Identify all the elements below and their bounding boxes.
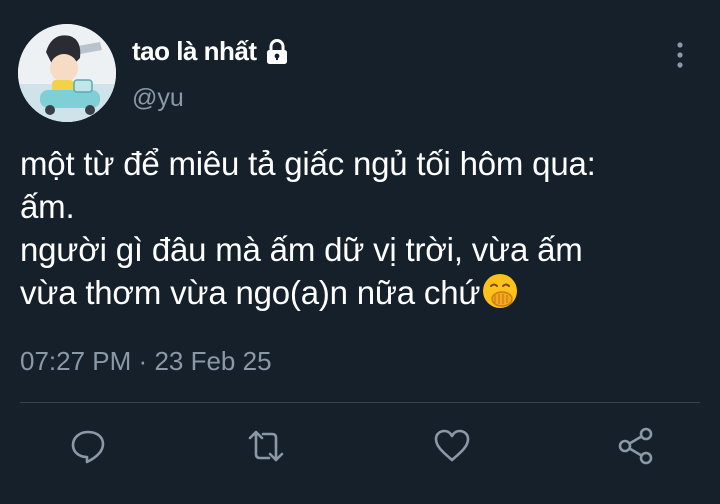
reply-icon: [71, 430, 105, 464]
divider: [20, 402, 700, 403]
tweet-text: một từ để miêu tả giấc ngủ tối hôm qua: …: [20, 142, 710, 314]
tweet-text-line-last: vừa thơm vừa ngo(a)n nữa chứ: [20, 271, 710, 314]
tweet-timestamp[interactable]: 07:27 PM · 23 Feb 25: [20, 346, 272, 377]
reply-button[interactable]: [68, 426, 108, 466]
heart-icon: [434, 429, 470, 462]
tweet-text-line: ấm.: [20, 188, 75, 225]
face-with-hand-over-mouth-icon: [482, 273, 518, 309]
retweet-button[interactable]: [246, 426, 286, 466]
tweet-date[interactable]: 23 Feb 25: [154, 346, 271, 376]
tweet-text-line: người gì đâu mà ấm dữ vị trời, vừa ấm: [20, 231, 583, 268]
share-icon: [618, 427, 653, 465]
meta-separator: ·: [138, 346, 148, 376]
tweet-text-line: một từ để miêu tả giấc ngủ tối hôm qua:: [20, 145, 596, 182]
display-name[interactable]: tao là nhất: [132, 36, 291, 67]
more-options-icon[interactable]: [672, 40, 688, 70]
retweet-icon: [248, 430, 284, 462]
avatar[interactable]: [18, 24, 116, 122]
share-button[interactable]: [616, 426, 656, 466]
display-name-text[interactable]: tao là nhất: [132, 36, 257, 67]
user-handle[interactable]: @yu: [132, 84, 184, 113]
tweet-time[interactable]: 07:27 PM: [20, 346, 131, 376]
lock-icon: [263, 38, 291, 66]
tweet-text-line: vừa thơm vừa ngo(a)n nữa chứ: [20, 274, 481, 311]
action-bar: [0, 426, 720, 470]
tweet-card: tao là nhất @yu một từ để miêu tả giấc n…: [0, 0, 720, 504]
like-button[interactable]: [432, 426, 472, 466]
